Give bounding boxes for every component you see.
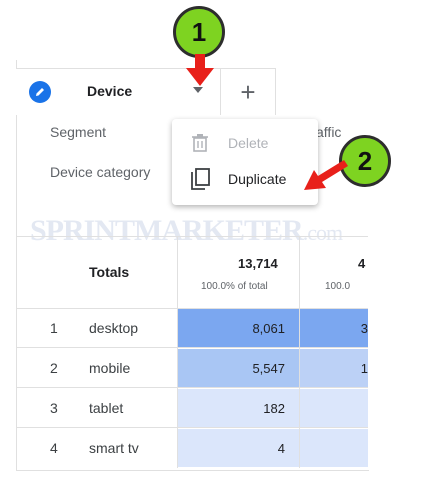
row-name[interactable]: smart tv [89,440,139,456]
trash-icon [192,134,208,152]
row-name[interactable]: tablet [89,400,123,416]
menu-item-delete-label: Delete [228,135,269,151]
total-sub-2: 100.0 [325,281,351,292]
column-header-traffic[interactable]: affic [316,124,341,140]
tab-options-menu: Delete Duplicate [172,119,318,205]
table-cell: 1 [300,349,368,387]
annotation-badge-1-text: 1 [191,16,207,47]
table-cell: 8,061 [178,309,299,347]
menu-item-duplicate[interactable]: Duplicate [172,161,318,197]
menu-item-delete[interactable]: Delete [172,125,318,161]
watermark: SPRINTMARKETER.com [30,214,343,248]
row-number: 3 [50,400,58,416]
segment-label: Segment [50,124,107,140]
cell-value: 8,061 [252,320,285,336]
row-number: 4 [50,440,58,456]
divider [16,347,368,348]
tab-device-label: Device [87,83,133,99]
total-sub-1: 100.0% of total [201,281,268,292]
table-cell: 182 [178,389,299,427]
total-value-1: 13,714 [238,256,278,271]
pencil-glyph [36,88,44,96]
table-cell: 4 [178,429,299,467]
total-value-2: 4 [358,256,366,271]
cell-value: 1 [360,360,368,376]
device-category-label[interactable]: Device category [50,164,150,180]
pencil-icon[interactable] [29,81,51,103]
row-name[interactable]: desktop [89,320,138,336]
divider [16,427,368,428]
add-tab-button[interactable]: + [220,68,276,115]
arrow-left-icon [304,160,348,190]
arrow-down-icon [186,54,214,86]
menu-item-duplicate-label: Duplicate [228,171,287,187]
cell-value: 182 [263,400,285,416]
divider [16,236,368,237]
table-cell: 3 [300,309,368,347]
add-tab-label: + [240,76,256,107]
divider [16,387,368,388]
copy-icon [191,168,210,190]
row-name[interactable]: mobile [89,360,130,376]
row-number: 1 [50,320,58,336]
watermark-suffix: .com [302,220,343,245]
annotation-badge-1: 1 [173,6,225,58]
annotation-badge-2-text: 2 [357,145,373,176]
table-cell [300,389,368,427]
cell-value: 3 [360,320,368,336]
table-cell: 5,547 [178,349,299,387]
watermark-text: SPRINTMARKETER [30,214,304,247]
cell-value: 5,547 [252,360,285,376]
row-number: 2 [50,360,58,376]
cell-value: 4 [277,440,285,456]
table-cell [300,429,368,467]
totals-label: Totals [89,264,130,280]
